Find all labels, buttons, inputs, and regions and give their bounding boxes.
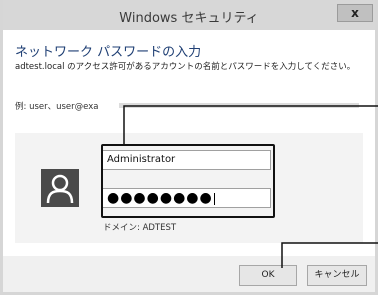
user-avatar-icon [41,169,79,207]
button-bar: OK キャンセル [3,256,375,292]
domain-label: ドメイン: ADTEST [103,223,177,233]
dialog-heading: ネットワーク パスワードの入力 [15,45,202,60]
window-title: Windows セキュリティ [119,11,259,26]
title-bar: Windows セキュリティ x [3,0,375,30]
windows-security-dialog: Windows セキュリティ x ネットワーク パスワードの入力 adtest.… [0,0,378,295]
dialog-description: adtest.local のアクセス許可があるアカウントの名前とパスワードを入力… [15,62,356,72]
close-icon: x [351,6,359,20]
ok-button[interactable]: OK [239,265,297,286]
credentials-highlight-frame [101,144,275,218]
dialog-content: ネットワーク パスワードの入力 adtest.local のアクセス許可があるア… [3,30,375,256]
obscured-example-text [119,103,359,108]
close-button[interactable]: x [337,4,373,22]
cancel-button[interactable]: キャンセル [307,265,367,286]
